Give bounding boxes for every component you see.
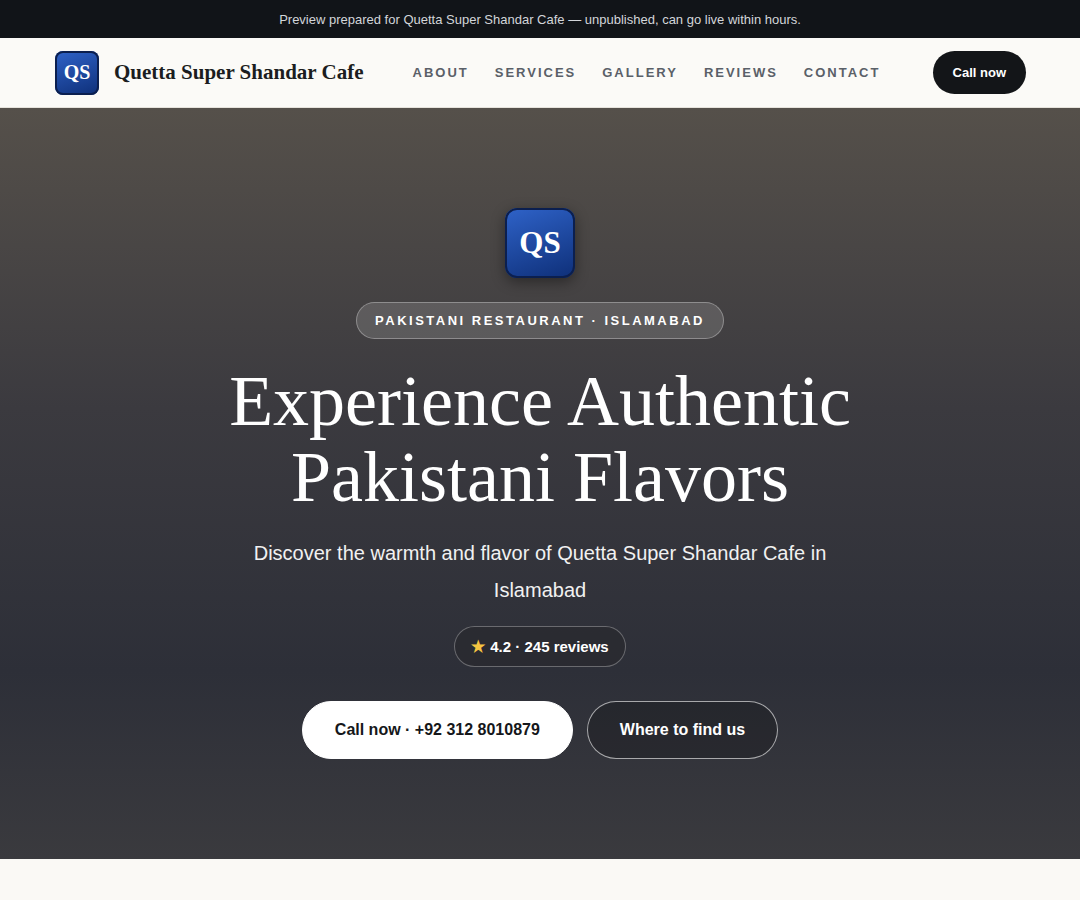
hero-logo-icon: QS bbox=[505, 208, 575, 278]
rating-pill: ★ 4.2 · 245 reviews bbox=[454, 626, 625, 667]
rating-text: 4.2 · 245 reviews bbox=[490, 638, 608, 655]
main-nav: ABOUT SERVICES GALLERY REVIEWS CONTACT bbox=[413, 65, 881, 80]
next-section bbox=[0, 859, 1080, 898]
star-icon: ★ bbox=[471, 637, 485, 656]
brand[interactable]: QS Quetta Super Shandar Cafe bbox=[55, 51, 364, 95]
hero-title: Experience AuthenticPakistani Flavors bbox=[229, 363, 851, 515]
hero-subtitle: Discover the warmth and flavor of Quetta… bbox=[220, 535, 860, 609]
hero-photo: QS PAKISTANI RESTAURANT · ISLAMABAD Experi… bbox=[0, 108, 1080, 859]
hero-button[interactable]: Call now · +92 312 8010879 bbox=[302, 701, 573, 759]
preview-banner: Preview prepared for Quetta Super Shanda… bbox=[0, 0, 1080, 38]
nav-link[interactable]: GALLERY bbox=[602, 65, 678, 80]
logo-icon: QS bbox=[55, 51, 99, 95]
nav-link[interactable]: ABOUT bbox=[413, 65, 469, 80]
page: Preview prepared for Quetta Super Shanda… bbox=[0, 0, 1080, 898]
nav-link[interactable]: CONTACT bbox=[804, 65, 881, 80]
hero-actions: Call now · +92 312 8010879Where to find … bbox=[302, 701, 778, 759]
call-button[interactable]: Call now bbox=[933, 51, 1026, 94]
hero-button[interactable]: Where to find us bbox=[587, 701, 778, 759]
nav-link[interactable]: REVIEWS bbox=[704, 65, 778, 80]
category-badge: PAKISTANI RESTAURANT · ISLAMABAD bbox=[356, 302, 724, 339]
nav-link[interactable]: SERVICES bbox=[495, 65, 577, 80]
brand-name: Quetta Super Shandar Cafe bbox=[114, 60, 364, 85]
site-header: QS Quetta Super Shandar Cafe ABOUT SERVICES… bbox=[0, 38, 1080, 108]
